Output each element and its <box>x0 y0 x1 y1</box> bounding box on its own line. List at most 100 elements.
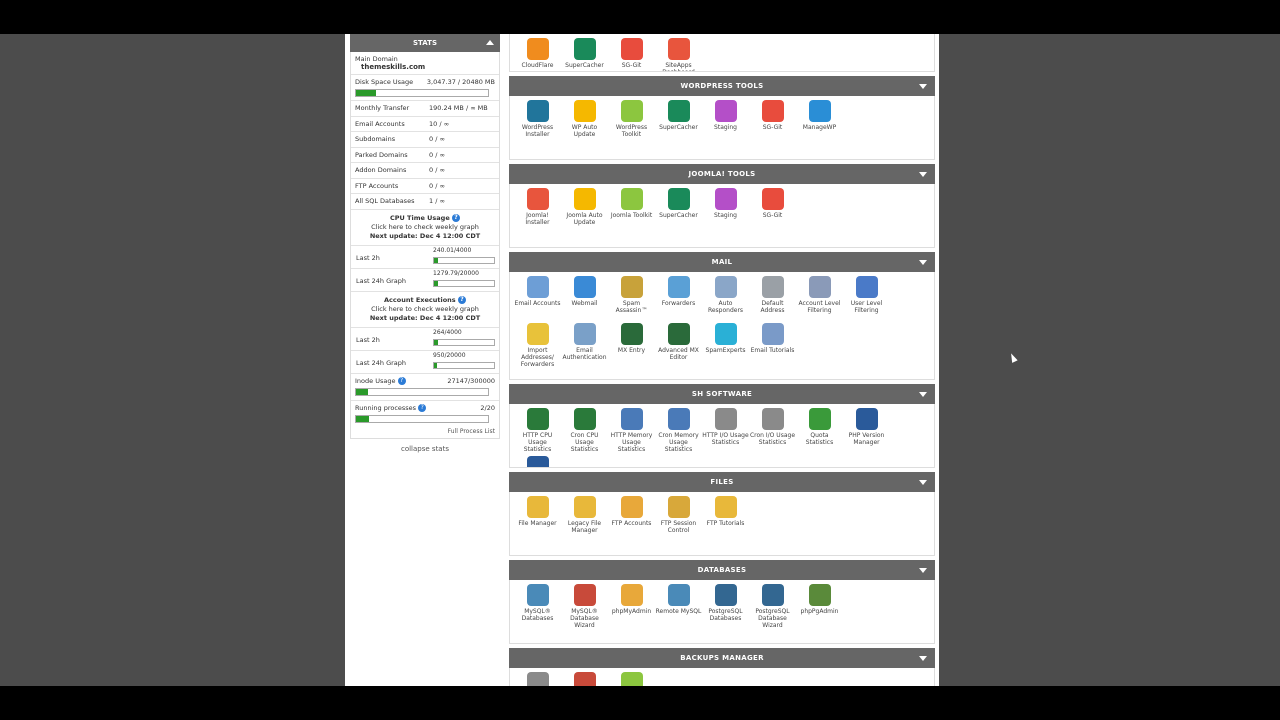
tool-item[interactable]: Advanced MX Editor <box>655 323 702 374</box>
panel-body: CloudFlare SuperCacher SG-Git SiteApps D… <box>509 34 935 72</box>
tool-item[interactable]: phpPgAdmin <box>796 584 843 638</box>
tool-item[interactable]: Account Level Filtering <box>796 276 843 320</box>
help-icon[interactable]: ? <box>418 403 427 412</box>
tool-item[interactable]: Email Authentication <box>561 323 608 374</box>
tool-item[interactable]: SuperCacher <box>655 100 702 154</box>
tool-item[interactable]: Forwarders <box>655 276 702 320</box>
panel-header[interactable]: FILES <box>509 472 935 492</box>
tool-item[interactable]: User Level Filtering <box>843 276 890 320</box>
tool-label: MySQL® Databases <box>521 608 554 622</box>
tool-item[interactable]: Staging <box>702 188 749 242</box>
tool-item[interactable] <box>608 672 655 686</box>
tool-panel: DATABASES MySQL® Databases MySQL® Databa… <box>509 560 935 644</box>
tool-label: SuperCacher <box>659 124 698 131</box>
tool-item[interactable]: PostgreSQL Database Wizard <box>749 584 796 638</box>
tool-item[interactable]: Legacy File Manager <box>561 496 608 550</box>
usage-fill <box>434 362 437 368</box>
cpu-weekly-graph-link[interactable]: Click here to check weekly graph <box>353 223 497 232</box>
tool-item[interactable]: MX Entry <box>608 323 655 374</box>
tool-item[interactable]: ManageWP <box>796 100 843 154</box>
panel-header[interactable]: BACKUPS MANAGER <box>509 648 935 668</box>
help-icon[interactable]: ? <box>397 376 406 385</box>
tool-item[interactable]: HTTP Memory Usage Statistics <box>608 408 655 453</box>
chevron-down-icon[interactable] <box>919 392 927 397</box>
tool-item[interactable]: Cron CPU Usage Statistics <box>561 408 608 453</box>
tool-item[interactable]: SG-Git <box>749 188 796 242</box>
collapse-stats-link[interactable]: collapse stats <box>350 445 500 453</box>
panel-title: JOOMLA! TOOLS <box>688 170 756 178</box>
tool-item[interactable]: SG-Git <box>749 100 796 154</box>
running-processes-value: 2/20 <box>480 403 495 412</box>
tool-item[interactable]: WordPress Toolkit <box>608 100 655 154</box>
tool-item[interactable]: WP Auto Update <box>561 100 608 154</box>
tool-item[interactable]: Joomla Auto Update <box>561 188 608 242</box>
tool-item[interactable]: SuperCacher <box>655 188 702 242</box>
tool-item[interactable]: HTTP I/O Usage Statistics <box>702 408 749 453</box>
chevron-down-icon[interactable] <box>919 568 927 573</box>
tool-item[interactable]: phpMyAdmin <box>608 584 655 638</box>
tool-item[interactable]: Auto Responders <box>702 276 749 320</box>
panel-header[interactable]: JOOMLA! TOOLS <box>509 164 935 184</box>
tool-item[interactable]: Cron Memory Usage Statistics <box>655 408 702 453</box>
tool-item[interactable]: FTP Session Control <box>655 496 702 550</box>
tool-item[interactable]: WordPress Installer <box>514 100 561 154</box>
panel-header[interactable]: WORDPRESS TOOLS <box>509 76 935 96</box>
tool-panel: FILES File Manager Legacy File Manager F… <box>509 472 935 556</box>
chevron-down-icon[interactable] <box>919 172 927 177</box>
tool-item[interactable]: Remote MySQL <box>655 584 702 638</box>
tool-item[interactable]: Joomla! Installer <box>514 188 561 242</box>
tool-icon <box>714 276 737 298</box>
tool-label: Cron Memory Usage Statistics <box>658 432 699 453</box>
tool-item[interactable]: Joomla Toolkit <box>608 188 655 242</box>
tool-item[interactable]: Webmail <box>561 276 608 320</box>
tool-item[interactable]: Import Addresses/ Forwarders <box>514 323 561 374</box>
tool-item[interactable]: MySQL® Database Wizard <box>561 584 608 638</box>
tool-item[interactable]: File Manager <box>514 496 561 550</box>
help-icon[interactable]: ? <box>452 213 461 222</box>
panel-header[interactable]: DATABASES <box>509 560 935 580</box>
tool-item[interactable]: Cron I/O Usage Statistics <box>749 408 796 453</box>
tool-item[interactable]: Staging <box>702 100 749 154</box>
tool-item[interactable]: SG-Git <box>608 38 655 71</box>
tool-item[interactable]: Quota Statistics <box>796 408 843 453</box>
stats-header[interactable]: STATS <box>350 34 500 52</box>
tool-item[interactable]: MySQL® Databases <box>514 584 561 638</box>
chevron-down-icon[interactable] <box>919 84 927 89</box>
full-process-list-link[interactable]: Full Process List <box>351 428 499 438</box>
usage-bar <box>433 279 495 287</box>
tool-item[interactable]: Default Address <box>749 276 796 320</box>
chevron-down-icon[interactable] <box>919 260 927 265</box>
chevron-down-icon[interactable] <box>919 656 927 661</box>
tool-item[interactable] <box>514 672 561 686</box>
inode-usage-value: 27147/300000 <box>447 376 495 385</box>
tool-item[interactable]: Email Accounts <box>514 276 561 320</box>
cpu-time-title: CPU Time Usage <box>389 213 450 222</box>
running-processes-bar <box>355 414 489 423</box>
tool-icon <box>620 408 643 430</box>
tool-item[interactable]: Spam Assassin™ <box>608 276 655 320</box>
tool-item[interactable]: PostgreSQL Databases <box>702 584 749 638</box>
executions-weekly-graph-link[interactable]: Click here to check weekly graph <box>353 305 497 314</box>
help-icon[interactable]: ? <box>457 295 466 304</box>
tool-item[interactable]: FTP Tutorials <box>702 496 749 550</box>
tool-item[interactable]: FTP Accounts <box>608 496 655 550</box>
tool-label: FTP Tutorials <box>706 520 745 527</box>
chevron-down-icon[interactable] <box>919 480 927 485</box>
tool-item[interactable] <box>561 672 608 686</box>
tool-item[interactable]: SiteApps Dashboard <box>655 38 702 71</box>
tool-item[interactable]: SpamExperts <box>702 323 749 374</box>
tool-icon <box>667 408 690 430</box>
collapse-up-icon[interactable] <box>486 40 494 45</box>
panel-header[interactable]: SH SOFTWARE <box>509 384 935 404</box>
running-processes-label: Running processes <box>355 403 417 412</box>
usage-bar <box>433 256 495 264</box>
panel-header[interactable]: MAIL <box>509 252 935 272</box>
tool-item[interactable]: PHP Variables Manager <box>514 456 561 467</box>
tool-label: SuperCacher <box>659 212 698 219</box>
executions-block: Account Executions ? Click here to check… <box>351 292 499 328</box>
tool-item[interactable]: SuperCacher <box>561 38 608 71</box>
tool-item[interactable]: HTTP CPU Usage Statistics <box>514 408 561 453</box>
tool-item[interactable]: PHP Version Manager <box>843 408 890 453</box>
tool-item[interactable]: CloudFlare <box>514 38 561 71</box>
tool-item[interactable]: Email Tutorials <box>749 323 796 374</box>
